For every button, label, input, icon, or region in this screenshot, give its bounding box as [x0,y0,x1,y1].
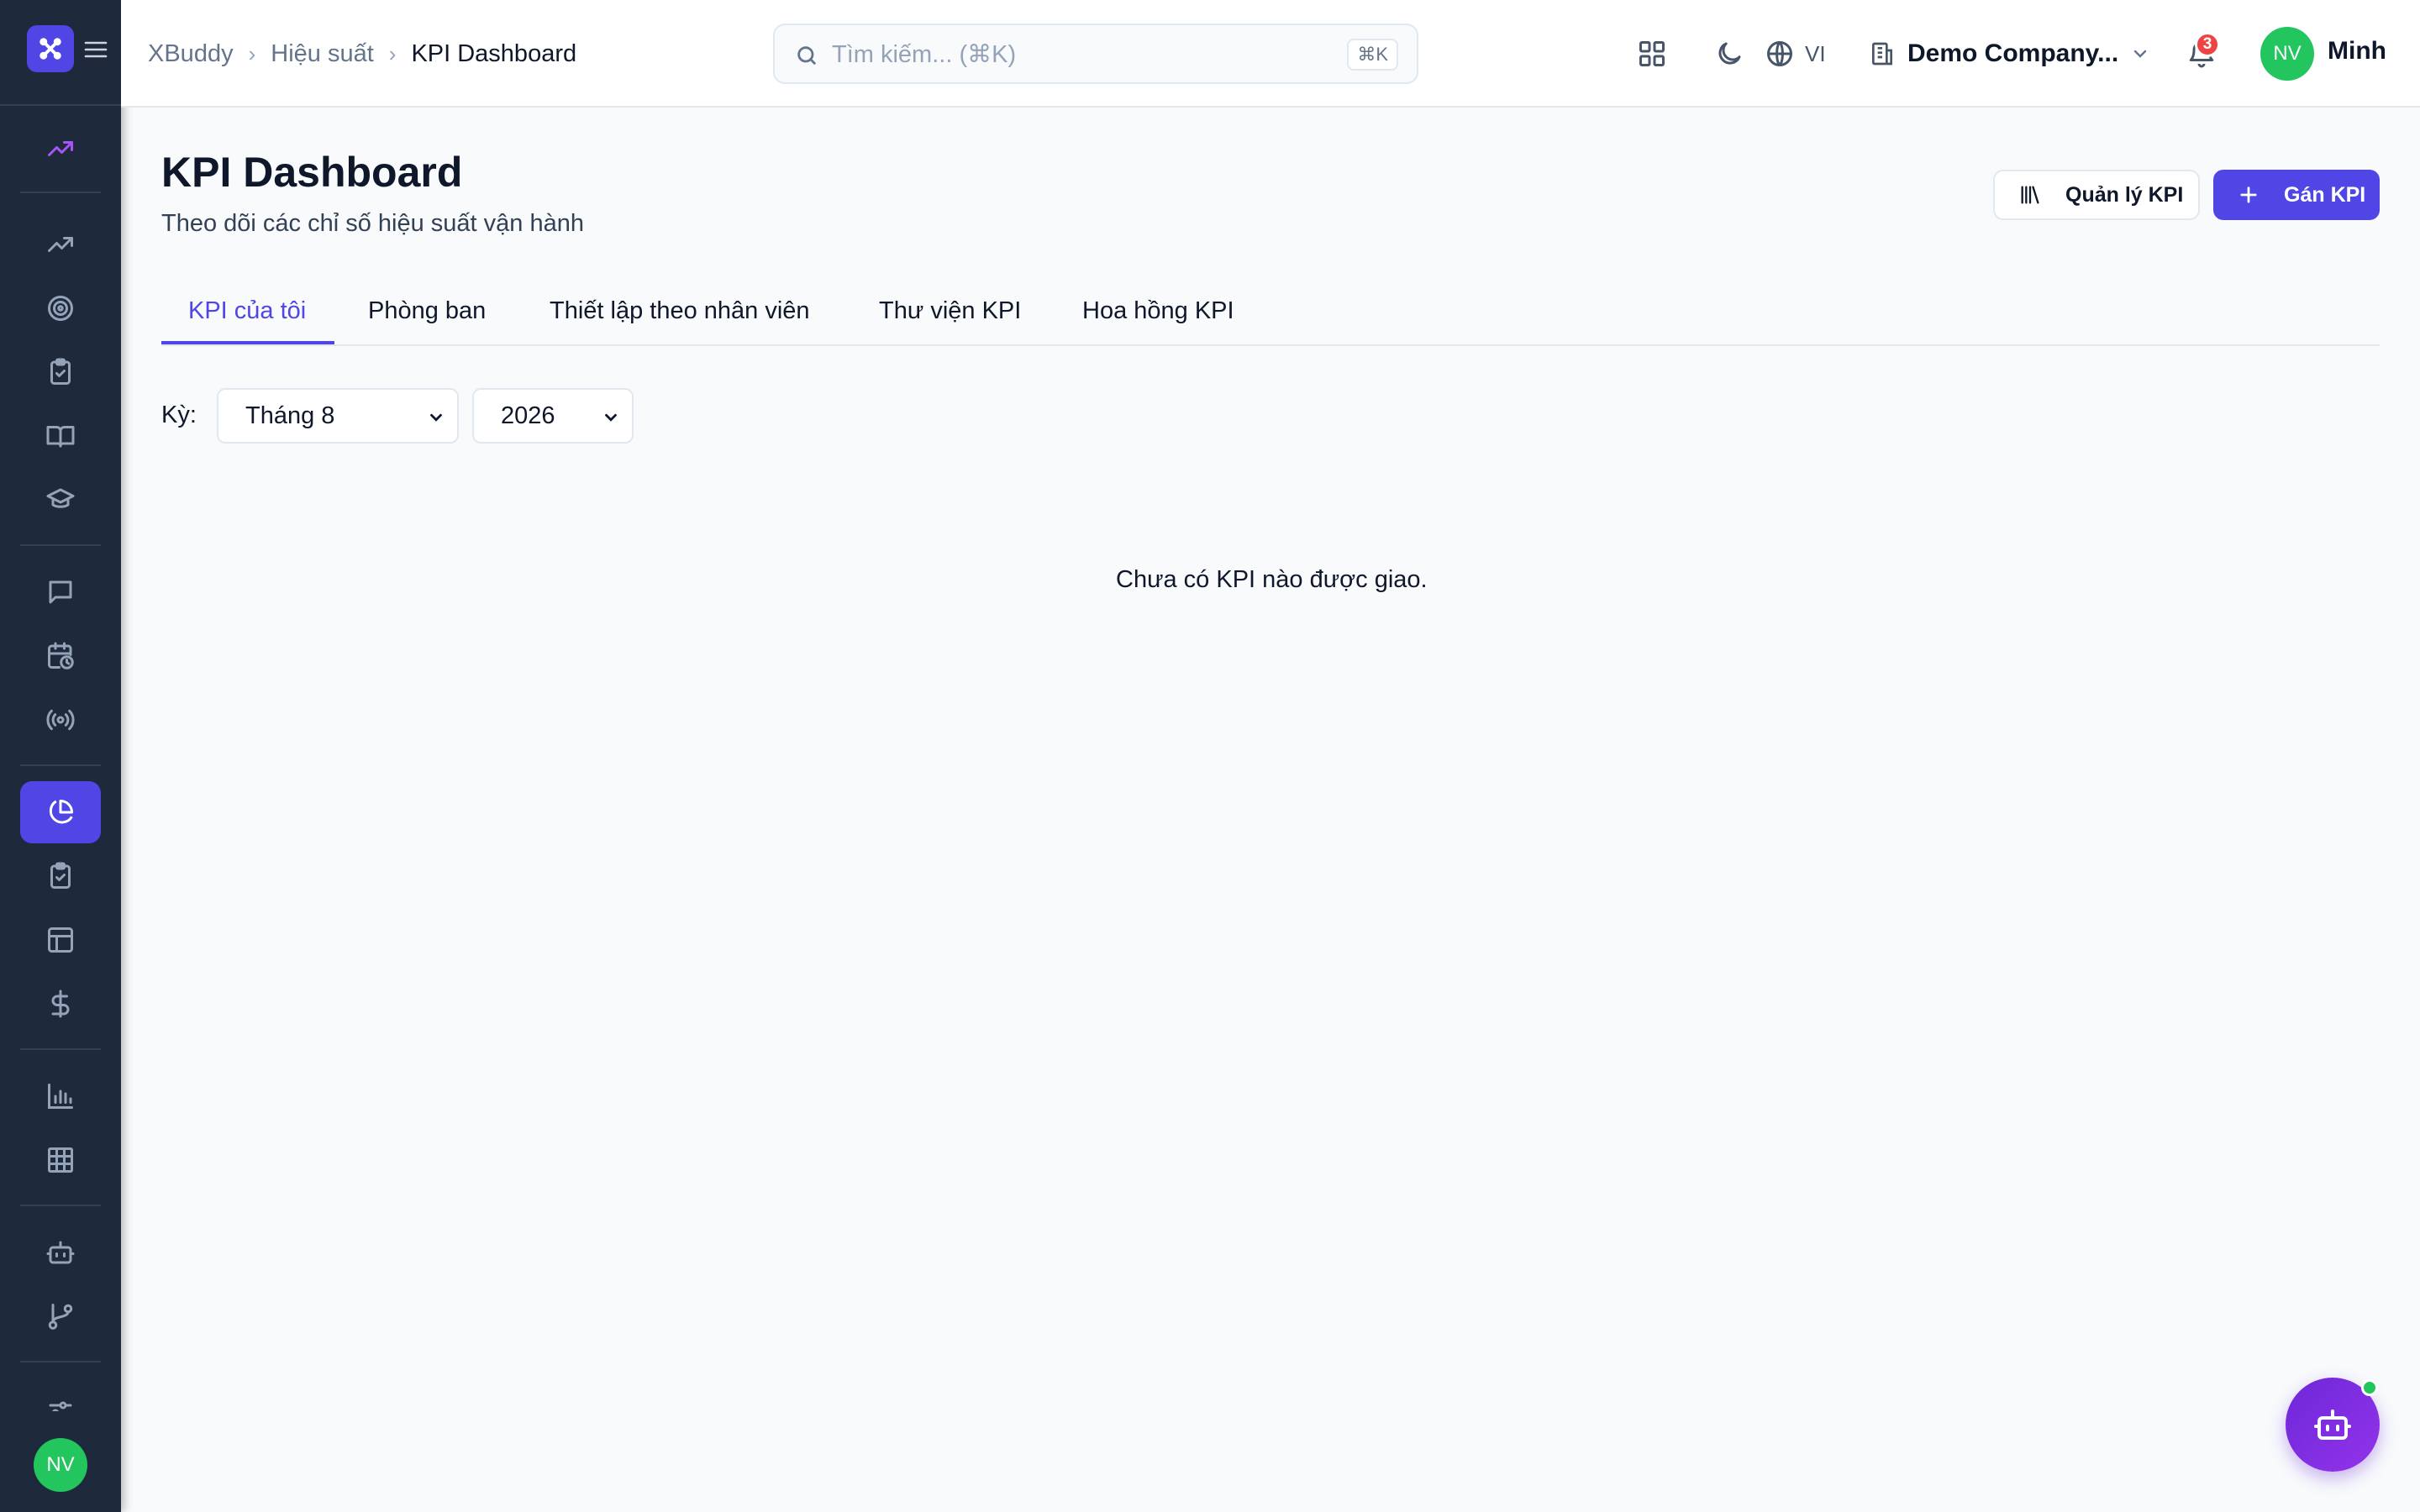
sliders-icon [49,1401,72,1411]
sidebar-divider [20,192,101,193]
logo-icon [39,38,61,60]
year-select[interactable]: 2026 [472,388,634,444]
pie-chart-icon [49,800,73,824]
tab-my-kpi[interactable]: KPI của tôi [188,297,306,325]
breadcrumb-section[interactable]: Hiệu suất [271,40,374,68]
page-title: KPI Dashboard [161,149,463,196]
sidebar-item-layout[interactable] [20,909,101,971]
breadcrumb: XBuddy › Hiệu suất › KPI Dashboard [148,37,576,71]
sidebar: NV [0,0,121,1512]
year-value: 2026 [501,402,555,429]
calendar-clock-icon [48,642,74,669]
moon-icon [1718,42,1741,65]
tab-departments[interactable]: Phòng ban [368,297,486,325]
trending-up-icon [48,237,73,252]
search-box[interactable]: ⌘K [773,24,1418,84]
plus-icon [2240,186,2257,203]
globe-icon [1767,41,1792,66]
layout-icon [48,927,73,953]
search-shortcut: ⌘K [1347,39,1398,71]
chevron-down-icon [430,413,442,422]
theme-toggle[interactable] [1709,34,1749,74]
page-subtitle: Theo dõi các chỉ số hiệu suất vận hành [161,210,584,237]
sidebar-user-avatar[interactable]: NV [34,1438,87,1492]
chevron-right-icon: › [248,40,256,66]
sidebar-item-reviews[interactable] [20,845,101,907]
month-select[interactable]: Tháng 8 [217,388,459,444]
sidebar-item-finance[interactable] [20,973,101,1035]
online-status-dot [2361,1379,2378,1396]
sidebar-item-tasks[interactable] [20,341,101,403]
menu-icon[interactable] [84,40,108,59]
breadcrumb-root[interactable]: XBuddy [148,40,234,68]
sidebar-item-reports[interactable] [20,1065,101,1127]
bar-chart-icon [48,1084,73,1109]
sidebar-item-kpi-dashboard[interactable] [20,781,101,843]
chevron-down-icon [605,413,617,422]
breadcrumb-current: KPI Dashboard [411,39,577,67]
tab-kpi-library[interactable]: Thư viện KPI [879,297,1021,325]
target-icon [48,296,73,321]
sidebar-item-knowledge[interactable] [20,405,101,467]
chevron-down-icon [2133,50,2147,58]
bot-icon [46,1241,75,1264]
sidebar-item-automation[interactable] [20,1221,101,1284]
grid-icon [48,1147,73,1173]
user-name[interactable]: Minh [2328,37,2386,66]
tab-bar: KPI của tôi Phòng ban Thiết lập theo nhâ… [161,282,2380,346]
sidebar-header [0,0,121,106]
sidebar-item-tables[interactable] [20,1129,101,1191]
search-icon [797,46,816,65]
git-branch-icon [48,1304,73,1330]
graduation-cap-icon [46,488,75,508]
sidebar-item-settings[interactable] [20,1378,101,1411]
sidebar-divider [20,544,101,546]
sidebar-item-schedule[interactable] [20,625,101,687]
app-logo[interactable] [27,25,74,72]
topbar: XBuddy › Hiệu suất › KPI Dashboard ⌘K VI… [121,0,2420,108]
sidebar-divider [20,1361,101,1362]
active-tab-indicator [161,341,334,344]
building-icon [1872,42,1892,66]
language-label: VI [1805,40,1826,66]
month-value: Tháng 8 [245,402,335,429]
sidebar-item-goals[interactable] [20,277,101,339]
bot-icon [2314,1410,2351,1440]
chevron-right-icon: › [388,40,397,66]
sidebar-divider [20,1205,101,1206]
library-icon [2021,186,2039,204]
company-name: Demo Company... [1907,39,2119,67]
sidebar-divider [20,1048,101,1050]
notification-badge: 3 [2195,32,2220,57]
empty-state-message: Chưa có KPI nào được giao. [1116,566,1428,593]
assign-kpi-button[interactable]: Gán KPI [2213,170,2380,220]
language-switcher[interactable]: VI [1765,34,1826,74]
book-open-icon [46,426,75,448]
dollar-icon [51,990,70,1018]
sidebar-item-performance[interactable] [20,118,101,180]
sidebar-item-messages[interactable] [20,561,101,623]
trending-up-icon [48,141,73,156]
period-label: Kỳ: [161,402,197,428]
tab-kpi-commission[interactable]: Hoa hồng KPI [1082,297,1234,325]
clipboard-check-icon [50,358,71,385]
tab-employee-settings[interactable]: Thiết lập theo nhân viên [550,297,810,325]
sidebar-item-training[interactable] [20,469,101,531]
grid-icon [1639,41,1665,66]
radio-icon [46,709,75,731]
user-avatar[interactable]: NV [2260,27,2314,81]
sidebar-item-growth[interactable] [20,213,101,276]
search-input[interactable] [832,37,1269,72]
manage-kpi-button[interactable]: Quản lý KPI [1993,170,2200,220]
company-switcher[interactable]: Demo Company... [1869,34,2150,74]
apps-button[interactable] [1632,34,1672,74]
clipboard-check-icon [50,862,71,889]
message-square-icon [49,580,72,604]
sidebar-item-broadcast[interactable] [20,689,101,751]
sidebar-divider [20,764,101,766]
assign-kpi-label: Gán KPI [2284,182,2366,207]
manage-kpi-label: Quản lý KPI [2065,182,2184,207]
sidebar-item-workflow[interactable] [20,1285,101,1347]
